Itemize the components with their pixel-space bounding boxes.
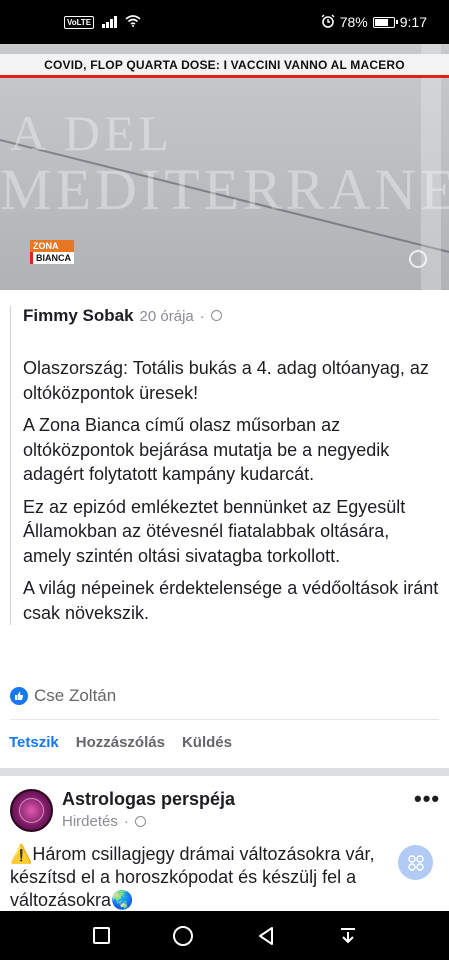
more-options-icon[interactable]: ••• <box>414 786 440 812</box>
post-video-thumbnail[interactable]: A DEL MEDITERRANEO COVID, FLOP QUARTA DO… <box>0 44 449 290</box>
news-banner: COVID, FLOP QUARTA DOSE: I VACCINI VANNO… <box>0 54 449 78</box>
shared-post-header: Fimmy Sobak 20 órája · <box>23 306 439 332</box>
reactions-row[interactable]: Cse Zoltán <box>10 686 116 706</box>
circle-icon <box>173 925 194 946</box>
post-paragraph: A világ népeinek érdektelensége a védőol… <box>23 578 439 623</box>
like-button[interactable]: Tetszik <box>9 734 59 751</box>
feed-separator <box>0 768 449 776</box>
square-icon <box>92 927 110 944</box>
globe-emoji-icon: 🌏 <box>111 890 134 910</box>
battery-icon <box>372 16 398 28</box>
notification-pulldown-button[interactable] <box>337 925 359 947</box>
triangle-back-icon <box>258 926 273 945</box>
ad-text: ⚠️Három csillagjegy drámai változásokra … <box>10 843 410 912</box>
system-nav-bar <box>0 911 449 960</box>
reactor-name: Cse Zoltán <box>34 686 117 705</box>
advertiser-avatar[interactable] <box>10 789 53 832</box>
advertiser-name[interactable]: Astrologas perspéja <box>62 789 235 810</box>
logo-line1: ZONA <box>30 240 74 252</box>
ad-text-body: Három csillagjegy drámai változásokra vá… <box>10 844 375 910</box>
like-icon <box>10 687 28 705</box>
home-button[interactable] <box>172 925 194 947</box>
zona-bianca-logo: ZONA BIANCA <box>30 240 74 264</box>
volte-icon: VoLTE <box>64 15 95 29</box>
pulldown-icon <box>340 927 355 943</box>
battery-percent: 78% <box>339 14 368 30</box>
post-paragraph: A Zona Bianca című olasz műsorban az olt… <box>23 415 390 484</box>
channel-watermark-icon <box>409 250 427 268</box>
wall-text-line2: MEDITERRANEO <box>0 157 449 222</box>
shared-post-author[interactable]: Fimmy Sobak <box>23 306 134 326</box>
wifi-icon <box>125 14 141 30</box>
sponsored-label: Hirdetés · <box>62 813 146 830</box>
wall-text-line1: A DEL <box>10 105 174 161</box>
post-actions: Tetszik Hozzászólás Küldés <box>9 734 232 751</box>
shared-post-time[interactable]: 20 órája <box>140 308 194 325</box>
clock: 9:17 <box>399 14 427 30</box>
post-paragraph: Ez az epizód emlékeztet bennünket az Egy… <box>23 496 406 566</box>
logo-line2: BIANCA <box>30 252 74 264</box>
shared-post: Fimmy Sobak 20 órája · Olaszország: Totá… <box>10 306 439 625</box>
post-paragraph: Olaszország: Totális bukás a 4. adag olt… <box>23 358 429 403</box>
separator-dot: · <box>123 813 129 830</box>
status-bar: VoLTE 78% 9:17 <box>0 0 449 44</box>
signal-icon <box>102 16 118 28</box>
recents-button[interactable] <box>90 925 112 947</box>
back-button[interactable] <box>255 925 277 947</box>
warning-icon: ⚠️ <box>10 844 33 864</box>
alarm-icon <box>321 14 335 31</box>
separator-dot: · <box>199 308 205 325</box>
divider <box>10 719 439 720</box>
floating-bubble-icon[interactable] <box>398 845 433 880</box>
sponsored-text: Hirdetés <box>62 813 118 830</box>
globe-icon <box>210 310 222 321</box>
comment-button[interactable]: Hozzászólás <box>76 734 165 751</box>
send-button[interactable]: Küldés <box>182 734 232 751</box>
globe-icon <box>134 816 146 827</box>
